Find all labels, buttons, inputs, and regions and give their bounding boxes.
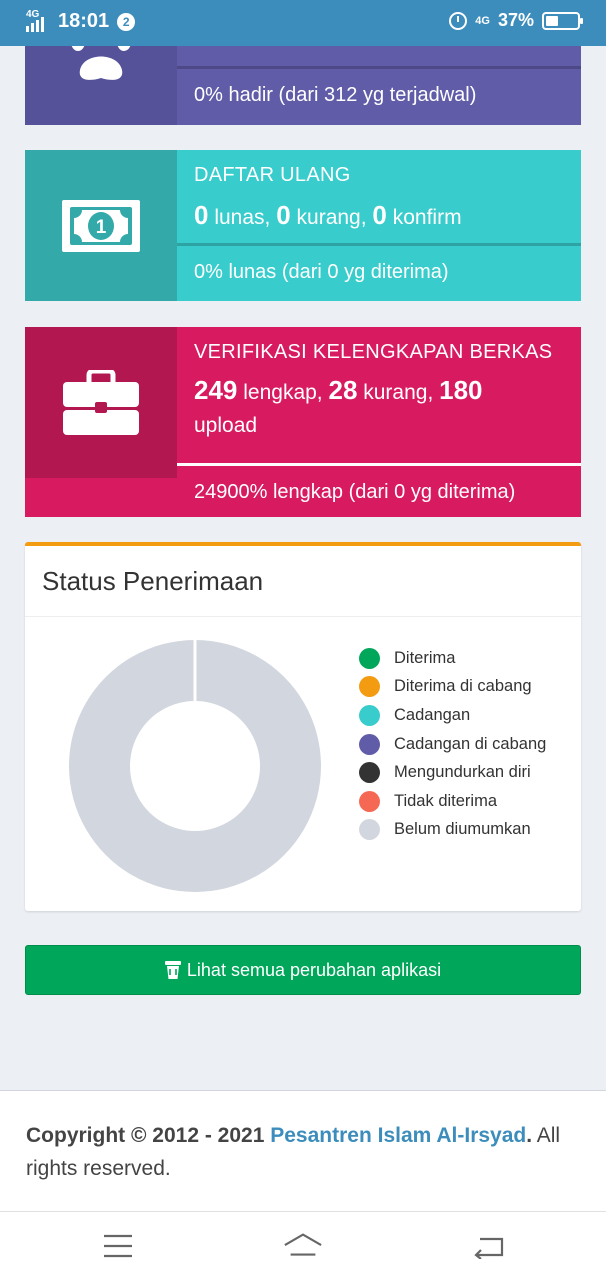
legend-item: Cadangan di cabang: [359, 730, 546, 759]
re-registration-values: 0 lunas, 0 kurang, 0 konfirm: [194, 196, 462, 235]
verification-progress-fill: [177, 463, 581, 466]
verification-info-box: VERIFIKASI KELENGKAPAN BERKAS 249 lengka…: [25, 327, 581, 517]
battery-percent: 37%: [497, 10, 534, 30]
trash-can-icon: [164, 961, 181, 979]
money-icon: 1: [62, 199, 140, 252]
admission-status-legend: Diterima Diterima di cabang Cadangan Cadang…: [359, 644, 546, 844]
svg-text:1: 1: [96, 217, 107, 238]
attendance-info-box: 0% hadir (dari 312 yg terjadwal): [25, 46, 581, 125]
legend-color-dot: [359, 676, 380, 698]
status-bar-left: 4G 18:01 2: [26, 8, 136, 33]
verification-values: 249 lengkap, 28 kurang, 180 upload: [194, 371, 551, 442]
admission-status-header: Status Penerimaan: [25, 546, 581, 617]
legend-color-dot: [359, 790, 380, 812]
clock: 18:01: [58, 10, 110, 32]
home-icon: [284, 1233, 322, 1256]
paid-count: 0: [194, 200, 209, 230]
view-all-changes-label: Lihat semua perubahan aplikasi: [186, 959, 442, 980]
attendance-icon-panel: [25, 46, 177, 125]
legend-label: Cadangan: [394, 705, 471, 724]
alarm-icon: [449, 11, 468, 30]
legend-item: Diterima: [359, 644, 546, 673]
confirm-label: konfirm: [392, 206, 462, 229]
menu-icon: [104, 1234, 132, 1258]
re-registration-progress: [177, 243, 581, 246]
verification-progress: [177, 463, 581, 466]
short-count: 28: [328, 375, 358, 405]
signal-icon: 4G: [26, 8, 50, 32]
verification-title: VERIFIKASI KELENGKAPAN BERKAS: [194, 341, 553, 363]
re-registration-icon-panel: 1: [25, 150, 177, 301]
complete-label: lengkap,: [243, 381, 323, 404]
legend-item: Belum diumumkan: [359, 816, 546, 845]
admission-status-panel: Status Penerimaan Diterima Diterima di ca…: [25, 542, 581, 911]
short-label: kurang,: [296, 206, 367, 229]
attendance-progress: [177, 66, 581, 69]
legend-label: Mengundurkan diri: [394, 763, 531, 782]
legend-item: Cadangan: [359, 701, 546, 730]
paw-icon: [71, 46, 131, 80]
footer: Copyright © 2012 - 2021 Pesantren Islam …: [0, 1090, 606, 1211]
complete-count: 249: [194, 375, 238, 405]
battery-icon: [542, 11, 583, 30]
back-button[interactable]: [468, 1230, 508, 1262]
home-button[interactable]: [283, 1230, 323, 1262]
back-icon: [474, 1237, 504, 1259]
legend-label: Diterima: [394, 648, 456, 667]
copyright-text: Copyright © 2012 - 2021: [26, 1124, 271, 1147]
re-registration-info-box: 1 DAFTAR ULANG 0 lunas, 0 kurang, 0 konf…: [25, 150, 581, 301]
attendance-content: 0% hadir (dari 312 yg terjadwal): [177, 46, 581, 125]
verification-content: VERIFIKASI KELENGKAPAN BERKAS 249 lengka…: [177, 327, 581, 517]
short-count: 0: [276, 200, 291, 230]
legend-label: Tidak diterima: [394, 791, 498, 810]
legend-label: Diterima di cabang: [394, 677, 532, 696]
legend-color-dot: [359, 647, 380, 669]
organization-link[interactable]: Pesantren Islam Al-Irsyad: [270, 1124, 526, 1147]
short-label: kurang,: [363, 381, 434, 404]
status-bar-right: 4G 37%: [449, 10, 583, 31]
confirm-count: 0: [372, 200, 387, 230]
admission-status-donut-chart: [69, 640, 321, 892]
network-type-right: 4G: [475, 14, 490, 27]
status-bar: 4G 18:01 2 4G 37%: [0, 0, 606, 46]
legend-label: Belum diumumkan: [394, 820, 531, 839]
admission-status-title: Status Penerimaan: [42, 566, 264, 596]
paid-label: lunas,: [214, 206, 271, 229]
verification-icon-panel: [25, 327, 177, 478]
legend-item: Mengundurkan diri: [359, 758, 546, 787]
menu-button[interactable]: [98, 1230, 138, 1262]
legend-color-dot: [359, 733, 380, 755]
upload-count: 180: [439, 375, 483, 405]
re-registration-title: DAFTAR ULANG: [194, 164, 351, 186]
legend-item: Tidak diterima: [359, 787, 546, 816]
view-all-changes-button[interactable]: Lihat semua perubahan aplikasi: [25, 945, 581, 995]
system-nav-bar: [0, 1211, 606, 1280]
notification-badge: 2: [117, 12, 136, 31]
legend-item: Diterima di cabang: [359, 673, 546, 702]
re-registration-description: 0% lunas (dari 0 yg diterima): [194, 261, 449, 283]
verification-description: 24900% lengkap (dari 0 yg diterima): [194, 481, 516, 503]
legend-color-dot: [359, 704, 380, 726]
network-type-left: 4G: [26, 8, 40, 20]
re-registration-content: DAFTAR ULANG 0 lunas, 0 kurang, 0 konfir…: [177, 150, 581, 301]
upload-label: upload: [194, 414, 258, 437]
briefcase-icon: [63, 369, 139, 435]
legend-color-dot: [359, 819, 380, 841]
legend-label: Cadangan di cabang: [394, 734, 547, 753]
attendance-description: 0% hadir (dari 312 yg terjadwal): [194, 84, 477, 106]
legend-color-dot: [359, 762, 380, 784]
